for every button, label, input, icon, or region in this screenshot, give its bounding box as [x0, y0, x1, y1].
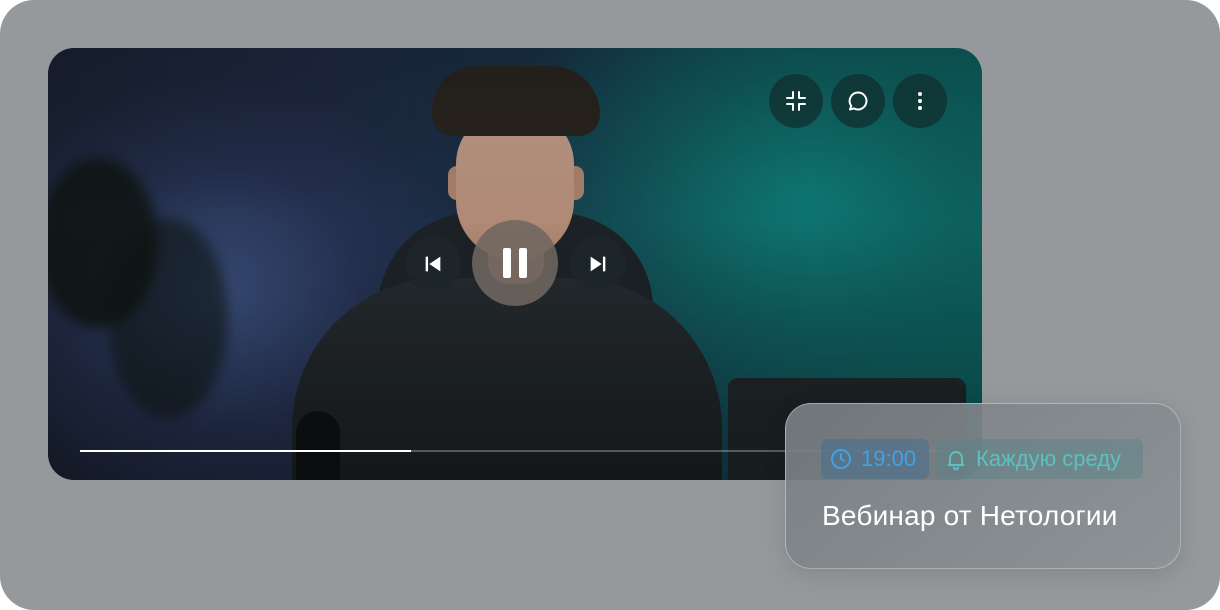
- skip-next-icon: [590, 256, 606, 272]
- more-options-button[interactable]: [893, 74, 947, 128]
- event-card: 19:00 Каждую среду Вебинар от Нетологии: [785, 403, 1181, 569]
- more-vertical-icon: [918, 92, 922, 110]
- clock-icon: [831, 449, 851, 469]
- event-repeat-chip: Каждую среду: [936, 439, 1143, 479]
- bell-icon: [947, 451, 965, 471]
- chat-button[interactable]: [831, 74, 885, 128]
- event-repeat: Каждую среду: [976, 446, 1122, 471]
- exit-fullscreen-icon: [786, 91, 806, 111]
- event-title: Вебинар от Нетологии: [822, 500, 1118, 531]
- pause-button[interactable]: [472, 220, 558, 306]
- event-time: 19:00: [861, 446, 917, 471]
- next-button[interactable]: [570, 236, 626, 292]
- app-background: 19:00 Каждую среду Вебинар от Нетологии: [0, 0, 1220, 610]
- skip-previous-icon: [425, 256, 441, 272]
- pause-icon: [503, 248, 527, 278]
- chat-icon: [848, 91, 868, 111]
- event-time-chip: 19:00: [821, 439, 929, 479]
- progress-bar-fill: [80, 450, 411, 452]
- exit-fullscreen-button[interactable]: [769, 74, 823, 128]
- previous-button[interactable]: [405, 236, 461, 292]
